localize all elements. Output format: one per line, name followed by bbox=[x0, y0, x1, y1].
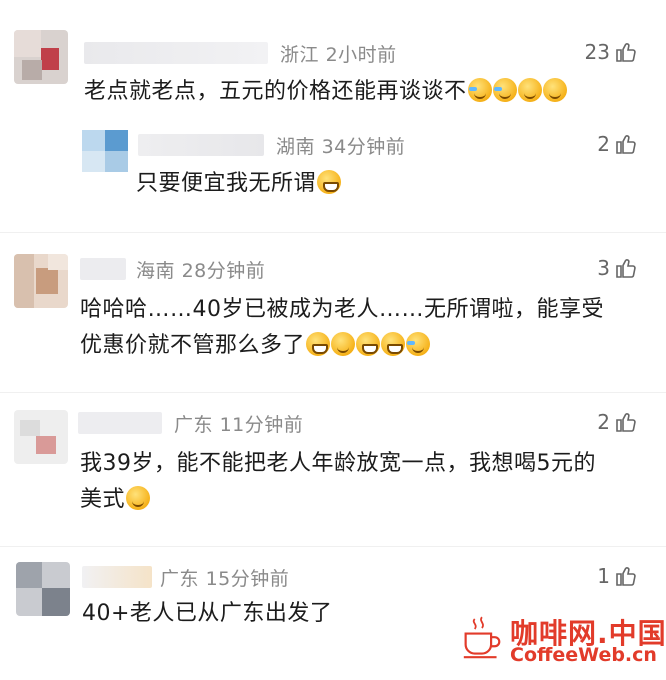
avatar[interactable] bbox=[16, 562, 70, 616]
avatar[interactable] bbox=[14, 410, 68, 464]
watermark-en: CoffeeWeb.cn bbox=[510, 644, 657, 666]
avatar[interactable] bbox=[14, 30, 68, 84]
like-count: 2 bbox=[597, 132, 610, 156]
comment-meta: 广东 11分钟前 bbox=[174, 410, 303, 437]
comment-3: 海南 28分钟前 3 哈哈哈……40岁已被成为老人……无所谓啦，能享受 优惠价就… bbox=[0, 246, 666, 386]
thumbs-up-icon bbox=[616, 567, 636, 586]
thumbs-up-icon bbox=[616, 413, 636, 432]
laugh-cry-emoji-icon bbox=[467, 78, 492, 102]
username-blurred[interactable] bbox=[82, 566, 152, 588]
thinking-emoji-icon bbox=[542, 78, 567, 102]
thinking-emoji-icon bbox=[331, 332, 356, 356]
location: 广东 bbox=[174, 414, 214, 436]
timestamp: 2小时前 bbox=[325, 44, 397, 66]
timestamp: 34分钟前 bbox=[321, 136, 406, 158]
comment-1: 浙江 2小时前 23 老点就老点，五元的价格还能再谈谈不 bbox=[0, 22, 666, 122]
comment-meta: 海南 28分钟前 bbox=[136, 256, 265, 283]
like-count: 1 bbox=[597, 564, 610, 588]
watermark: 咖啡网.中国 CoffeeWeb.cn bbox=[462, 612, 666, 672]
avatar[interactable] bbox=[14, 254, 68, 308]
username-blurred[interactable] bbox=[138, 134, 264, 156]
laugh-cry-emoji-icon bbox=[406, 332, 431, 356]
comment-meta: 广东 15分钟前 bbox=[160, 564, 289, 591]
reply-comment: 湖南 34分钟前 2 只要便宜我无所谓 bbox=[0, 122, 666, 212]
username-blurred[interactable] bbox=[78, 412, 162, 434]
divider bbox=[0, 546, 666, 547]
thumbs-up-icon bbox=[616, 43, 636, 62]
like-button[interactable]: 2 bbox=[597, 132, 638, 156]
like-button[interactable]: 23 bbox=[585, 40, 638, 64]
like-button[interactable]: 3 bbox=[597, 256, 638, 280]
thinking-emoji-icon bbox=[517, 78, 542, 102]
grin-emoji-icon bbox=[356, 332, 381, 356]
like-count: 3 bbox=[597, 256, 610, 280]
comment-text: 我39岁，能不能把老人年龄放宽一点，我想喝5元的 美式 bbox=[80, 451, 596, 512]
like-button[interactable]: 1 bbox=[597, 564, 638, 588]
comment-text: 只要便宜我无所谓 bbox=[136, 166, 342, 202]
location: 海南 bbox=[136, 260, 176, 282]
like-button[interactable]: 2 bbox=[597, 410, 638, 434]
comment-4: 广东 11分钟前 2 我39岁，能不能把老人年龄放宽一点，我想喝5元的 美式 bbox=[0, 400, 666, 540]
timestamp: 11分钟前 bbox=[219, 414, 304, 436]
location: 浙江 bbox=[280, 44, 320, 66]
avatar[interactable] bbox=[82, 130, 128, 172]
username-blurred[interactable] bbox=[84, 42, 268, 64]
divider bbox=[0, 392, 666, 393]
comment-text: 哈哈哈……40岁已被成为老人……无所谓啦，能享受 优惠价就不管那么多了 bbox=[80, 297, 604, 358]
comment-meta: 浙江 2小时前 bbox=[280, 40, 397, 67]
like-count: 2 bbox=[597, 410, 610, 434]
timestamp: 15分钟前 bbox=[205, 568, 290, 590]
grin-emoji-icon bbox=[317, 170, 342, 194]
thumbs-up-icon bbox=[616, 259, 636, 278]
laugh-cry-emoji-icon bbox=[492, 78, 517, 102]
thumbs-up-icon bbox=[616, 135, 636, 154]
grin-emoji-icon bbox=[381, 332, 406, 356]
timestamp: 28分钟前 bbox=[181, 260, 266, 282]
coffee-cup-icon bbox=[463, 616, 501, 659]
smile-emoji-icon bbox=[126, 486, 151, 510]
divider bbox=[0, 232, 666, 233]
grin-emoji-icon bbox=[306, 332, 331, 356]
comment-meta: 湖南 34分钟前 bbox=[276, 132, 405, 159]
location: 湖南 bbox=[276, 136, 316, 158]
comment-text: 老点就老点，五元的价格还能再谈谈不 bbox=[84, 74, 567, 110]
location: 广东 bbox=[160, 568, 200, 590]
username-blurred[interactable] bbox=[80, 258, 126, 280]
comment-text: 40+老人已从广东出发了 bbox=[82, 601, 333, 626]
like-count: 23 bbox=[584, 40, 610, 64]
